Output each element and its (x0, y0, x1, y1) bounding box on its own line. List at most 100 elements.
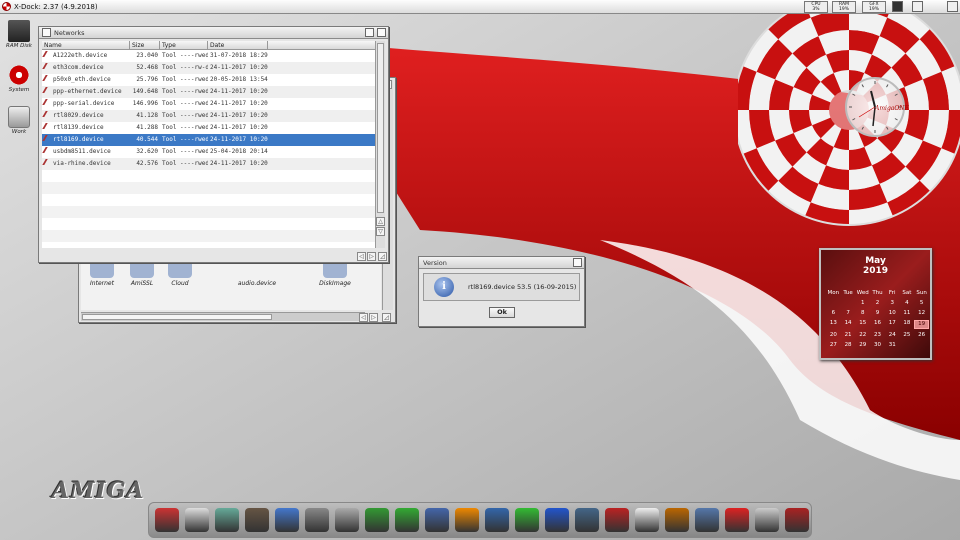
sphere-icon[interactable] (275, 508, 299, 532)
drawer-scroll-right-arrow[interactable]: ▷ (369, 313, 378, 322)
calendar-day[interactable]: 28 (841, 342, 856, 349)
table-row[interactable]: A1222eth.device 23.040 Tool ----rwed 31-07-… (42, 50, 376, 62)
scroll-right-arrow[interactable]: ▷ (367, 252, 376, 261)
drawer-size-gadget[interactable]: ◿ (382, 313, 391, 322)
table-row[interactable]: rtl8029.device 41.128 Tool ----rwed 24-11-2… (42, 110, 376, 122)
window-size-gadget[interactable]: ◿ (378, 252, 387, 261)
calendar-day[interactable]: 18 (900, 320, 915, 329)
movie-icon[interactable] (245, 508, 269, 532)
calendar-day[interactable]: 24 (885, 332, 900, 339)
calendar-day[interactable]: 20 (826, 332, 841, 339)
screen-switch-gadget[interactable] (912, 1, 923, 12)
drawer-horizontal-scrollbar[interactable] (81, 312, 365, 321)
screen-depth-gadget[interactable] (892, 1, 903, 12)
paint-icon[interactable] (215, 508, 239, 532)
screen-front-back-gadget[interactable] (947, 1, 958, 12)
globe-icon[interactable] (425, 508, 449, 532)
desktop-icon-work[interactable]: Work (4, 106, 34, 135)
table-row[interactable]: via-rhine.device 42.576 Tool ----rwed 24-11… (42, 158, 376, 170)
depth-gadget[interactable] (377, 28, 386, 37)
calendar-day[interactable]: 4 (900, 300, 915, 307)
calendar-day[interactable]: 5 (914, 300, 929, 307)
calendar-day[interactable]: 14 (841, 320, 856, 329)
docs-icon[interactable] (755, 508, 779, 532)
close-gadget[interactable] (42, 28, 51, 37)
calendar-day[interactable]: 7 (841, 310, 856, 317)
requester-titlebar[interactable]: Version (419, 257, 584, 269)
pen-icon[interactable] (365, 508, 389, 532)
drawer-icon-cloud[interactable]: Cloud (165, 260, 195, 287)
odyssey-icon[interactable] (575, 508, 599, 532)
scroll-left-arrow[interactable]: ◁ (357, 252, 366, 261)
column-header-date[interactable]: Date (208, 41, 268, 49)
download-icon[interactable] (395, 508, 419, 532)
column-header-name[interactable]: Name (42, 41, 130, 49)
calendar-day[interactable]: 21 (841, 332, 856, 339)
drawer-hscroll-knob[interactable] (82, 314, 272, 320)
bag-icon[interactable] (785, 508, 809, 532)
calendar-day[interactable]: 10 (885, 310, 900, 317)
table-row[interactable]: ppp-ethernet.device 149.648 Tool ----rwed 2… (42, 86, 376, 98)
camera-icon[interactable] (335, 508, 359, 532)
scroll-down-arrow[interactable]: ▽ (376, 227, 385, 236)
desktop-icon-system[interactable]: System (4, 64, 34, 93)
photo-icon[interactable] (635, 508, 659, 532)
file-list-view[interactable]: Name Size Type Date A1222eth.device 23.04… (42, 41, 376, 248)
calendar-day[interactable]: 13 (826, 320, 841, 329)
calendar-day[interactable]: 25 (900, 332, 915, 339)
boing-ball-icon[interactable] (2, 2, 11, 11)
calendar-day[interactable]: 22 (855, 332, 870, 339)
calendar-day[interactable]: 19 (914, 320, 929, 329)
calendar-day[interactable]: 6 (826, 310, 841, 317)
networks-window-titlebar[interactable]: Networks (39, 27, 388, 39)
desktop-icon-ram-disk[interactable]: RAM Disk (4, 20, 34, 49)
drawer-icon-audio-device[interactable]: audio.device (231, 260, 283, 287)
calendar-day[interactable]: 3 (885, 300, 900, 307)
ok-button[interactable]: Ok (489, 307, 515, 318)
calendar-day[interactable]: 16 (870, 320, 885, 329)
table-row[interactable]: p50x0_eth.device 25.796 Tool ----rwed 20-05… (42, 74, 376, 86)
table-row[interactable]: rtl8139.device 41.288 Tool ----rwed 24-11-2… (42, 122, 376, 134)
calendar-day[interactable]: 17 (885, 320, 900, 329)
drawer-icon-diskimage[interactable]: DiskImage (315, 260, 355, 287)
calendar-day[interactable]: 11 (900, 310, 915, 317)
cd-icon[interactable] (185, 508, 209, 532)
table-row[interactable]: eth3com.device 52.468 Tool ----rw-d 24-11-2… (42, 62, 376, 74)
network-icon[interactable] (545, 508, 569, 532)
speaker-icon[interactable] (305, 508, 329, 532)
calendar-day[interactable]: 1 (855, 300, 870, 307)
calendar-day[interactable]: 9 (870, 310, 885, 317)
calendar-day[interactable]: 26 (914, 332, 929, 339)
networks-window[interactable]: Networks Name Size Type Date A1222eth.de… (38, 26, 389, 263)
calendar-day[interactable]: 27 (826, 342, 841, 349)
table-row[interactable]: usbdm8511.device 32.620 Tool ----rwed 25-04… (42, 146, 376, 158)
drawer-icon-internet[interactable]: Internet (87, 260, 117, 287)
calendar-day[interactable]: 2 (870, 300, 885, 307)
version-requester[interactable]: Version i rtl8169.device 53.5 (16-09-201… (418, 256, 585, 327)
book-icon[interactable] (665, 508, 689, 532)
mountain-icon[interactable] (485, 508, 509, 532)
snake-icon[interactable] (515, 508, 539, 532)
calendar-day[interactable]: 31 (885, 342, 900, 349)
depth-gadget[interactable] (573, 258, 582, 267)
calendar-day[interactable]: 30 (870, 342, 885, 349)
calendar-day[interactable]: 23 (870, 332, 885, 339)
zoom-gadget[interactable] (365, 28, 374, 37)
column-header-size[interactable]: Size (130, 41, 160, 49)
table-row[interactable]: rtl8169.device 40.544 Tool ----rwed 24-11-2… (42, 134, 376, 146)
drawer-scroll-left-arrow[interactable]: ◁ (359, 313, 368, 322)
table-row[interactable]: ppp-serial.device 146.996 Tool ----rwed 24-… (42, 98, 376, 110)
notes-icon[interactable] (155, 508, 179, 532)
column-header-type[interactable]: Type (160, 41, 208, 49)
ball-icon[interactable] (455, 508, 479, 532)
scroll-up-arrow[interactable]: △ (376, 217, 385, 226)
monitor-icon[interactable] (695, 508, 719, 532)
calendar-day[interactable]: 29 (855, 342, 870, 349)
calendar-day[interactable]: 12 (914, 310, 929, 317)
calendar-day[interactable]: 8 (855, 310, 870, 317)
mplayer-icon[interactable] (725, 508, 749, 532)
networks-vertical-scrollbar[interactable]: △ ▽ (375, 41, 385, 248)
calendar-widget[interactable]: May 2019 Mon Tue Wed Thu Fri Sat Sun 1 2 3 4 5 6 7 8 9 1… (819, 248, 932, 360)
drawer-icon-amissl[interactable]: AmiSSL (125, 260, 159, 287)
aweb-icon[interactable] (605, 508, 629, 532)
